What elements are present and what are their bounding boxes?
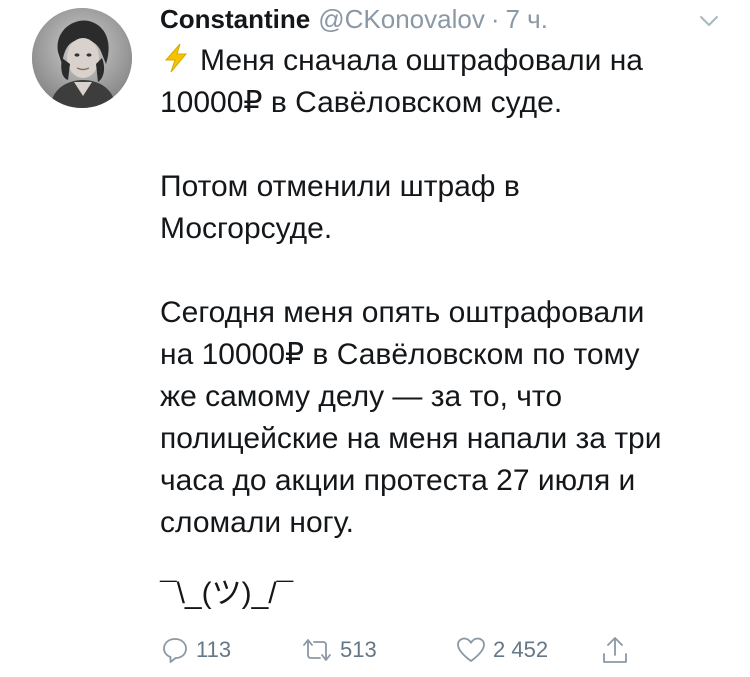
header-separator: · bbox=[490, 4, 500, 34]
tweet-line: полицейские на меня напали за три bbox=[160, 422, 662, 455]
shrug-emoticon: ¯\_(ツ)_/¯ bbox=[160, 577, 294, 610]
tweet-timestamp[interactable]: 7 ч. bbox=[506, 4, 548, 35]
tweet-line: часа до акции протеста 27 июля и bbox=[160, 464, 636, 497]
author-handle[interactable]: @CKonovalov bbox=[318, 4, 485, 35]
tweet-paragraph: Меня сначала оштрафовали на 10000₽ в Сав… bbox=[160, 40, 730, 124]
tweet-line: 10000₽ в Савёловском суде. bbox=[160, 86, 563, 119]
reply-button[interactable]: 113 bbox=[160, 630, 231, 670]
tweet-line-text: Меня сначала оштрафовали на bbox=[200, 44, 643, 77]
tweet-line: Сегодня меня опять оштрафовали bbox=[160, 296, 645, 329]
share-button[interactable] bbox=[600, 630, 636, 670]
like-count: 2 452 bbox=[493, 637, 549, 662]
tweet-line: на 10000₽ в Савёловском по тому bbox=[160, 338, 640, 371]
retweet-button[interactable]: 513 bbox=[300, 630, 377, 670]
share-icon bbox=[603, 637, 627, 663]
retweet-icon bbox=[303, 639, 331, 661]
chevron-down-icon[interactable] bbox=[698, 10, 720, 32]
retweet-count: 513 bbox=[340, 637, 377, 662]
tweet-header: Constantine @CKonovalov · 7 ч. bbox=[160, 4, 730, 40]
reply-icon bbox=[163, 638, 187, 663]
tweet-line: Меня сначала оштрафовали на bbox=[160, 40, 730, 82]
tweet-line: Потом отменили штраф в bbox=[160, 170, 520, 203]
tweet-actions: 113 513 2 452 bbox=[160, 630, 740, 670]
reply-count: 113 bbox=[196, 637, 232, 662]
author-display-name[interactable]: Constantine bbox=[160, 4, 310, 35]
tweet-paragraph: Сегодня меня опять оштрафовали на 10000₽… bbox=[160, 292, 730, 544]
tweet-line: сломали ногу. bbox=[160, 506, 354, 539]
tweet-body: Меня сначала оштрафовали на 10000₽ в Сав… bbox=[160, 40, 730, 544]
lightning-icon bbox=[164, 43, 188, 73]
avatar-photo bbox=[32, 8, 132, 108]
heart-icon bbox=[457, 637, 485, 662]
tweet-paragraph: Потом отменили штраф в Мосгорсуде. bbox=[160, 166, 730, 250]
tweet-line: Мосгорсуде. bbox=[160, 212, 333, 245]
tweet-line: же самому делу — за то, что bbox=[160, 380, 562, 413]
avatar[interactable] bbox=[32, 8, 132, 108]
like-button[interactable]: 2 452 bbox=[455, 630, 548, 670]
